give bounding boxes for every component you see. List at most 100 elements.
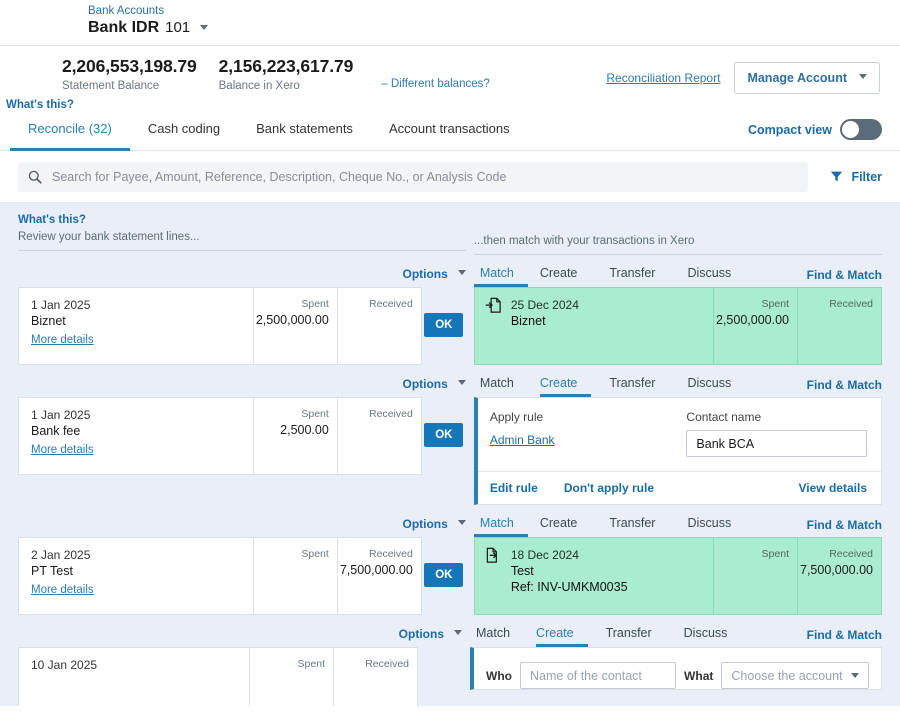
reconcile-row: Options 1 Jan 2025 Biznet More details S… [18,261,882,365]
invoice-in-icon [485,547,502,605]
matched-name: Test [510,564,534,578]
find-and-match-link[interactable]: Find & Match [807,621,882,647]
contact-name-input[interactable]: Bank BCA [686,430,867,457]
apply-rule-label: Apply rule [489,410,544,424]
match-tab-create[interactable]: Create [539,371,592,397]
chevron-down-icon [457,269,466,275]
options-label: Options [402,517,448,531]
options-label: Options [402,267,448,281]
statement-card[interactable]: 1 Jan 2025 Bank fee More details Spent 2… [18,397,422,475]
statement-balance-label: Statement Balance [62,80,160,92]
ok-button[interactable]: OK [424,563,464,587]
tab-reconcile[interactable]: Reconcile (32) [10,109,130,151]
xero-balance-amount: 2,156,223,617.79 [218,56,354,76]
matched-spent-value: 2,500,000.00 [716,313,789,327]
tab-bank-statements[interactable]: Bank statements [238,109,371,151]
different-balances-link[interactable]: – Different balances? [381,78,489,90]
what-select[interactable]: Choose the account [721,662,869,689]
match-tabbar: Match Create Transfer Discuss Find & Mat… [474,371,882,397]
spent-label: Spent [297,658,325,670]
more-details-link[interactable]: More details [31,584,94,596]
match-tab-discuss[interactable]: Discuss [684,621,742,647]
reconciliation-report-link[interactable]: Reconciliation Report [606,71,720,85]
tab-cash-coding[interactable]: Cash coding [130,109,238,151]
find-and-match-link[interactable]: Find & Match [807,261,882,287]
statement-card[interactable]: 2 Jan 2025 PT Test More details Spent Re… [18,537,422,615]
search-input[interactable]: Search for Payee, Amount, Reference, Des… [18,161,808,192]
statement-card[interactable]: 10 Jan 2025 Spent Received [18,647,418,706]
dont-apply-rule-link[interactable]: Don't apply rule [564,481,654,495]
match-tab-create[interactable]: Create [536,621,588,647]
statement-line: Options 10 Jan 2025 Spent Received [18,621,462,706]
match-tab-discuss[interactable]: Discuss [687,511,745,537]
match-tab-discuss[interactable]: Discuss [687,371,745,397]
filter-button[interactable]: Filter [808,170,882,184]
ok-button-wrap: OK [422,287,466,365]
rule-name-link[interactable]: Admin Bank [490,433,555,447]
options-dropdown[interactable]: Options [18,621,462,647]
compact-view-control: Compact view [748,109,900,150]
options-label: Options [402,377,448,391]
statement-details: 1 Jan 2025 Bank fee More details [19,398,253,474]
ok-button[interactable]: OK [424,313,464,337]
options-dropdown[interactable]: Options [18,261,466,287]
find-and-match-link[interactable]: Find & Match [807,371,882,397]
match-tab-match[interactable]: Match [474,371,528,397]
manage-account-button[interactable]: Manage Account [734,62,880,94]
account-selector[interactable]: Bank IDR 101 [88,19,900,37]
who-input[interactable]: Name of the contact [520,662,677,689]
apply-rule-field: Apply rule Admin Bank [490,410,671,457]
options-dropdown[interactable]: Options [18,371,466,397]
matched-text: 18 Dec 2024 Test Ref: INV-UMKM0035 [511,547,628,605]
view-details-link[interactable]: View details [799,481,867,495]
match-panel: Match Create Transfer Discuss Find & Mat… [473,261,882,365]
matched-date: 18 Dec 2024 [510,548,579,562]
find-and-match-link[interactable]: Find & Match [807,511,882,537]
match-tab-transfer[interactable]: Transfer [609,371,669,397]
statement-spent-value: 2,500.00 [280,423,329,437]
match-tab-transfer[interactable]: Transfer [609,511,669,537]
more-details-link[interactable]: More details [31,444,94,456]
matched-transaction-card[interactable]: 18 Dec 2024 Test Ref: INV-UMKM0035 Spent… [473,537,882,615]
whats-this-balances-link[interactable]: What's this? [6,99,74,111]
statement-details: 2 Jan 2025 PT Test More details [19,538,253,614]
match-tab-create[interactable]: Create [540,261,592,287]
account-header: Bank Accounts Bank IDR 101 [0,0,900,46]
match-tab-create[interactable]: Create [540,511,592,537]
match-tabbar: Match Create Transfer Discuss Find & Mat… [473,511,882,537]
match-tab-match[interactable]: Match [473,511,528,537]
matched-text: 25 Dec 2024 Biznet [511,297,579,355]
main-tabbar: Reconcile (32) Cash coding Bank statemen… [0,109,900,151]
received-label: Received [369,408,413,420]
search-placeholder: Search for Payee, Amount, Reference, Des… [52,169,507,184]
more-details-link[interactable]: More details [31,334,94,346]
statement-balance-amount: 2,206,553,198.79 [62,56,197,76]
breadcrumb-bank-accounts[interactable]: Bank Accounts [88,4,900,18]
match-tab-transfer[interactable]: Transfer [606,621,666,647]
statement-card[interactable]: 1 Jan 2025 Biznet More details Spent 2,5… [18,287,422,365]
received-label: Received [369,298,413,310]
received-label: Received [829,298,873,310]
match-tab-match[interactable]: Match [473,261,528,287]
matched-name: Biznet [510,314,546,328]
edit-rule-link[interactable]: Edit rule [490,481,538,495]
matched-received-cell: Received [797,288,881,364]
filter-icon [830,170,843,183]
statement-received-cell: Received [336,288,421,364]
compact-view-toggle[interactable] [840,119,882,140]
matched-reference: Ref: INV-UMKM0035 [510,580,628,594]
match-tab-transfer[interactable]: Transfer [609,261,669,287]
compact-view-label: Compact view [747,122,832,137]
statement-line: Options 1 Jan 2025 Bank fee More details… [18,371,466,505]
options-dropdown[interactable]: Options [18,511,466,537]
xero-balance-block: 2,156,223,617.79 Balance in Xero [219,56,354,92]
ok-button[interactable]: OK [424,423,464,447]
tab-account-transactions[interactable]: Account transactions [371,109,528,151]
matched-transaction-card[interactable]: 25 Dec 2024 Biznet Spent 2,500,000.00 Re… [473,287,882,365]
whats-this-link[interactable]: What's this? [18,214,466,226]
match-tab-discuss[interactable]: Discuss [687,261,745,287]
match-tab-match[interactable]: Match [470,621,524,647]
match-tabbar: Match Create Transfer Discuss Find & Mat… [473,261,882,287]
create-panel: Match Create Transfer Discuss Find & Mat… [470,621,882,706]
matched-received-cell: Received 7,500,000.00 [797,538,881,614]
